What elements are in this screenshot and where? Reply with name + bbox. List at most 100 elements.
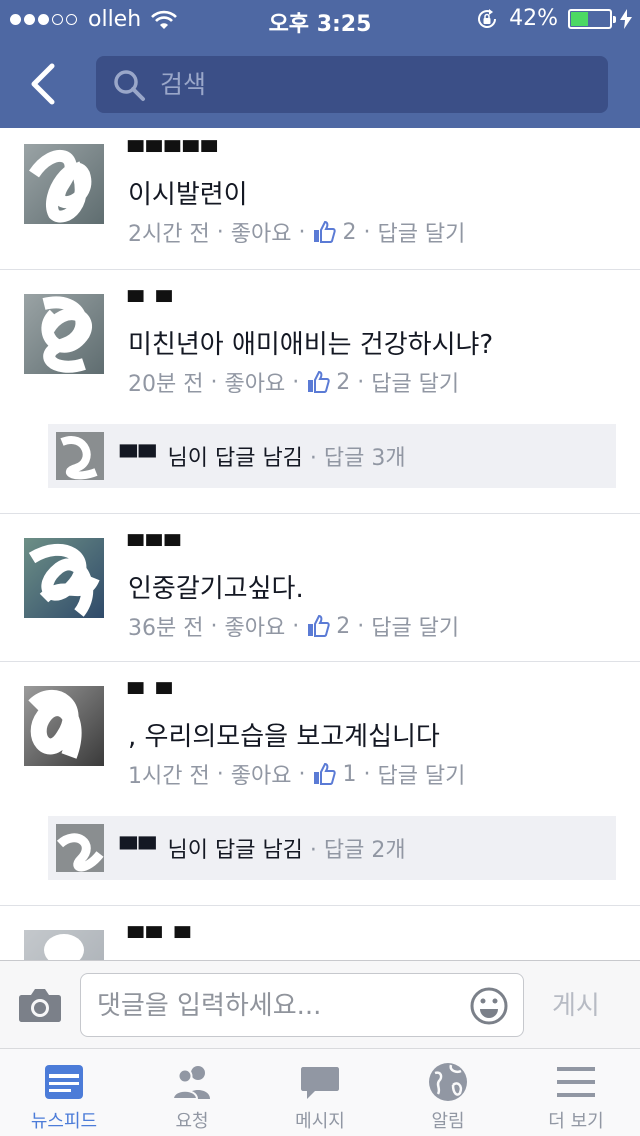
reply-summary-label: 님이 답글 남김 xyxy=(167,838,303,863)
like-count: 1 xyxy=(342,761,357,787)
tab-messages[interactable]: 메시지 xyxy=(256,1049,384,1136)
redaction-scribble xyxy=(28,690,82,759)
redaction-scribble xyxy=(60,436,98,480)
charging-icon xyxy=(620,8,632,29)
comment-time: 1시간 전 xyxy=(128,764,210,789)
like-link[interactable]: 좋아요 xyxy=(224,610,285,642)
comment-meta: 2시간 전 · 좋아요 · 2 · 답글 달기 xyxy=(128,216,465,248)
tab-label: 요청 xyxy=(175,1111,209,1132)
battery-fill xyxy=(571,11,588,26)
comment-item: ▀▀ ▀ xyxy=(0,906,640,960)
commenter-name-redacted[interactable]: ▀▀ ▀ xyxy=(128,926,193,950)
redaction-scribble xyxy=(44,934,84,960)
reply-summary-label: 님이 답글 남김 xyxy=(167,446,303,471)
tab-bar: 뉴스피드 요청 메시지 알림 더 보기 xyxy=(0,1048,640,1136)
reply-link[interactable]: 답글 달기 xyxy=(371,610,459,642)
tab-requests[interactable]: 요청 xyxy=(128,1049,256,1136)
commenter-name-redacted[interactable]: ▀ ▀ xyxy=(128,290,175,314)
comment-time: 2시간 전 xyxy=(128,222,210,247)
comment-meta: 20분 전 · 좋아요 · 2 · 답글 달기 xyxy=(128,366,459,398)
search-input[interactable] xyxy=(160,64,590,104)
reply-link[interactable]: 답글 달기 xyxy=(377,758,465,790)
like-thumb-icon xyxy=(314,220,337,243)
tab-label: 뉴스피드 xyxy=(30,1111,98,1132)
redaction-scribble xyxy=(56,833,104,872)
messages-icon xyxy=(301,1067,339,1099)
commenter-avatar[interactable] xyxy=(24,930,104,960)
commenter-avatar[interactable] xyxy=(24,144,104,224)
battery-percent: 42% xyxy=(509,6,558,31)
screen: olleh 오후 3:25 42% 검색 ▀▀▀▀▀ 이시발련이 2시간 전 ·… xyxy=(0,0,640,1136)
like-link[interactable]: 좋아요 xyxy=(231,758,292,790)
reply-link[interactable]: 답글 달기 xyxy=(371,366,459,398)
reply-count: 답글 2개 xyxy=(323,838,406,863)
meta-separator: · xyxy=(363,219,371,245)
redaction-scribble xyxy=(41,296,92,373)
post-button[interactable]: 게시 xyxy=(552,985,600,1022)
reply-link[interactable]: 답글 달기 xyxy=(377,216,465,248)
commenter-name-redacted[interactable]: ▀ ▀ xyxy=(128,682,175,706)
comment-field[interactable] xyxy=(80,973,524,1037)
replier-name-redacted: ▀▀ xyxy=(120,446,168,471)
comment-input[interactable] xyxy=(97,986,457,1026)
meta-separator: · xyxy=(357,369,365,395)
comment-text: 미친년아 애미애비는 건강하시냐? xyxy=(128,330,494,360)
reply-summary[interactable]: ▀▀ 님이 답글 남김 · 답글 3개 xyxy=(48,424,616,488)
comment-item: ▀▀▀ 인중갈기고싶다. 36분 전 · 좋아요 · 2 · 답글 달기 xyxy=(0,514,640,662)
comment-meta: 36분 전 · 좋아요 · 2 · 답글 달기 xyxy=(128,610,459,642)
redaction-scribble xyxy=(29,150,92,223)
comment-item: ▀ ▀ 미친년아 애미애비는 건강하시냐? 20분 전 · 좋아요 · 2 · … xyxy=(0,270,640,514)
meta-separator: · xyxy=(298,761,306,787)
rotation-lock-icon xyxy=(478,8,497,28)
like-count: 2 xyxy=(336,369,351,395)
meta-separator: · xyxy=(216,761,224,787)
meta-separator: · xyxy=(210,369,218,395)
reply-summary-text: ▀▀ 님이 답글 남김 · 답글 3개 xyxy=(120,446,406,471)
meta-separator: · xyxy=(363,761,371,787)
commenter-avatar[interactable] xyxy=(24,686,104,766)
meta-separator: · xyxy=(292,369,300,395)
tab-label: 메시지 xyxy=(295,1111,345,1132)
commenter-name-redacted[interactable]: ▀▀▀ xyxy=(128,534,183,558)
reply-summary[interactable]: ▀▀ 님이 답글 남김 · 답글 2개 xyxy=(48,816,616,880)
comment-item: ▀ ▀ , 우리의모습을 보고계십니다 1시간 전 · 좋아요 · 1 · 답글… xyxy=(0,662,640,906)
status-bar: olleh 오후 3:25 42% xyxy=(0,0,640,40)
tab-newsfeed[interactable]: 뉴스피드 xyxy=(0,1049,128,1136)
meta-separator: · xyxy=(357,613,365,639)
camera-icon[interactable] xyxy=(18,985,62,1023)
replier-avatar xyxy=(56,432,104,480)
like-count: 2 xyxy=(342,219,357,245)
newsfeed-icon xyxy=(45,1065,83,1099)
globe-icon xyxy=(429,1063,467,1101)
like-thumb-icon xyxy=(308,370,330,393)
comment-meta: 1시간 전 · 좋아요 · 1 · 답글 달기 xyxy=(128,758,465,790)
reply-summary-text: ▀▀ 님이 답글 남김 · 답글 2개 xyxy=(120,838,406,863)
sticker-smiley-icon[interactable] xyxy=(469,986,509,1026)
like-link[interactable]: 좋아요 xyxy=(224,366,285,398)
meta-separator: · xyxy=(210,613,218,639)
commenter-name-redacted[interactable]: ▀▀▀▀▀ xyxy=(128,140,220,164)
comment-time: 36분 전 xyxy=(128,616,204,641)
like-count: 2 xyxy=(336,613,351,639)
comment-text: 인중갈기고싶다. xyxy=(128,574,304,604)
search-bar[interactable] xyxy=(96,56,608,113)
like-link[interactable]: 좋아요 xyxy=(231,216,292,248)
commenter-avatar[interactable] xyxy=(24,538,104,618)
reply-count: 답글 3개 xyxy=(323,446,406,471)
comment-time: 20분 전 xyxy=(128,372,204,397)
battery-icon xyxy=(568,8,616,29)
menu-icon xyxy=(557,1067,595,1097)
tab-more[interactable]: 더 보기 xyxy=(512,1049,640,1136)
top-bar: olleh 오후 3:25 42% xyxy=(0,0,640,128)
back-button[interactable] xyxy=(26,60,62,108)
search-icon xyxy=(114,70,145,101)
meta-separator: · xyxy=(292,613,300,639)
like-thumb-icon xyxy=(308,614,330,637)
status-right: 42% xyxy=(475,6,632,31)
meta-separator: · xyxy=(216,219,224,245)
comment-item: ▀▀▀▀▀ 이시발련이 2시간 전 · 좋아요 · 2 · 답글 달기 xyxy=(0,128,640,270)
comment-list[interactable]: ▀▀▀▀▀ 이시발련이 2시간 전 · 좋아요 · 2 · 답글 달기 ▀ ▀ … xyxy=(0,128,640,960)
commenter-avatar[interactable] xyxy=(24,294,104,374)
tab-notifications[interactable]: 알림 xyxy=(384,1049,512,1136)
redaction-scribble xyxy=(28,543,100,617)
